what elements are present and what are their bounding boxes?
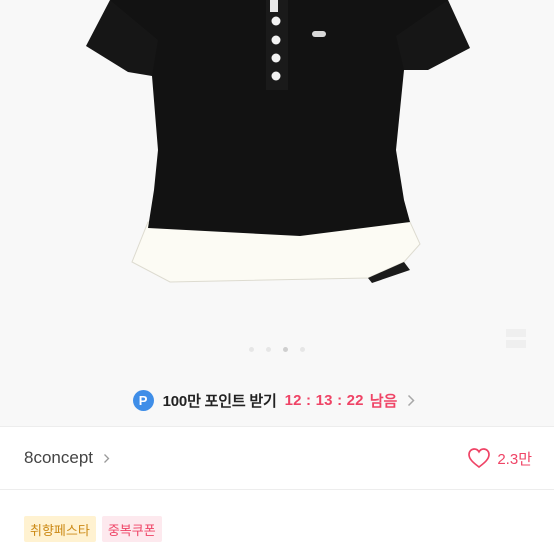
chevron-right-icon [407, 394, 415, 407]
promo-tags: 취향페스타 중복쿠폰 [24, 516, 162, 542]
like-button[interactable]: 2.3만 [467, 447, 532, 469]
pagination-dot[interactable] [300, 346, 305, 352]
point-banner-text: 100만 포인트 받기 [162, 392, 277, 410]
product-image[interactable] [0, 0, 554, 374]
pagination-dot-active[interactable] [283, 346, 288, 352]
countdown-timer: 12 : 13 : 22 [284, 391, 364, 409]
pagination-dot[interactable] [266, 346, 271, 352]
image-pagination [0, 343, 554, 355]
countdown-suffix: 남음 [369, 392, 398, 410]
promo-tag: 취향페스타 [24, 516, 96, 542]
shop-link[interactable]: 8concept [24, 448, 110, 468]
like-count: 2.3만 [497, 450, 532, 468]
heart-outline-icon [467, 447, 491, 469]
point-icon: P [132, 389, 154, 411]
shop-row: 8concept 2.3만 [0, 427, 554, 489]
divider [0, 489, 554, 490]
shop-name: 8concept [24, 448, 93, 467]
chevron-right-icon [103, 453, 110, 464]
point-banner[interactable]: P 100만 포인트 받기 12 : 13 : 22 남음 [0, 374, 554, 426]
promo-tag: 중복쿠폰 [101, 516, 162, 542]
expand-icon[interactable] [504, 326, 528, 352]
pagination-dot[interactable] [249, 346, 254, 352]
product-photo [86, 0, 470, 283]
